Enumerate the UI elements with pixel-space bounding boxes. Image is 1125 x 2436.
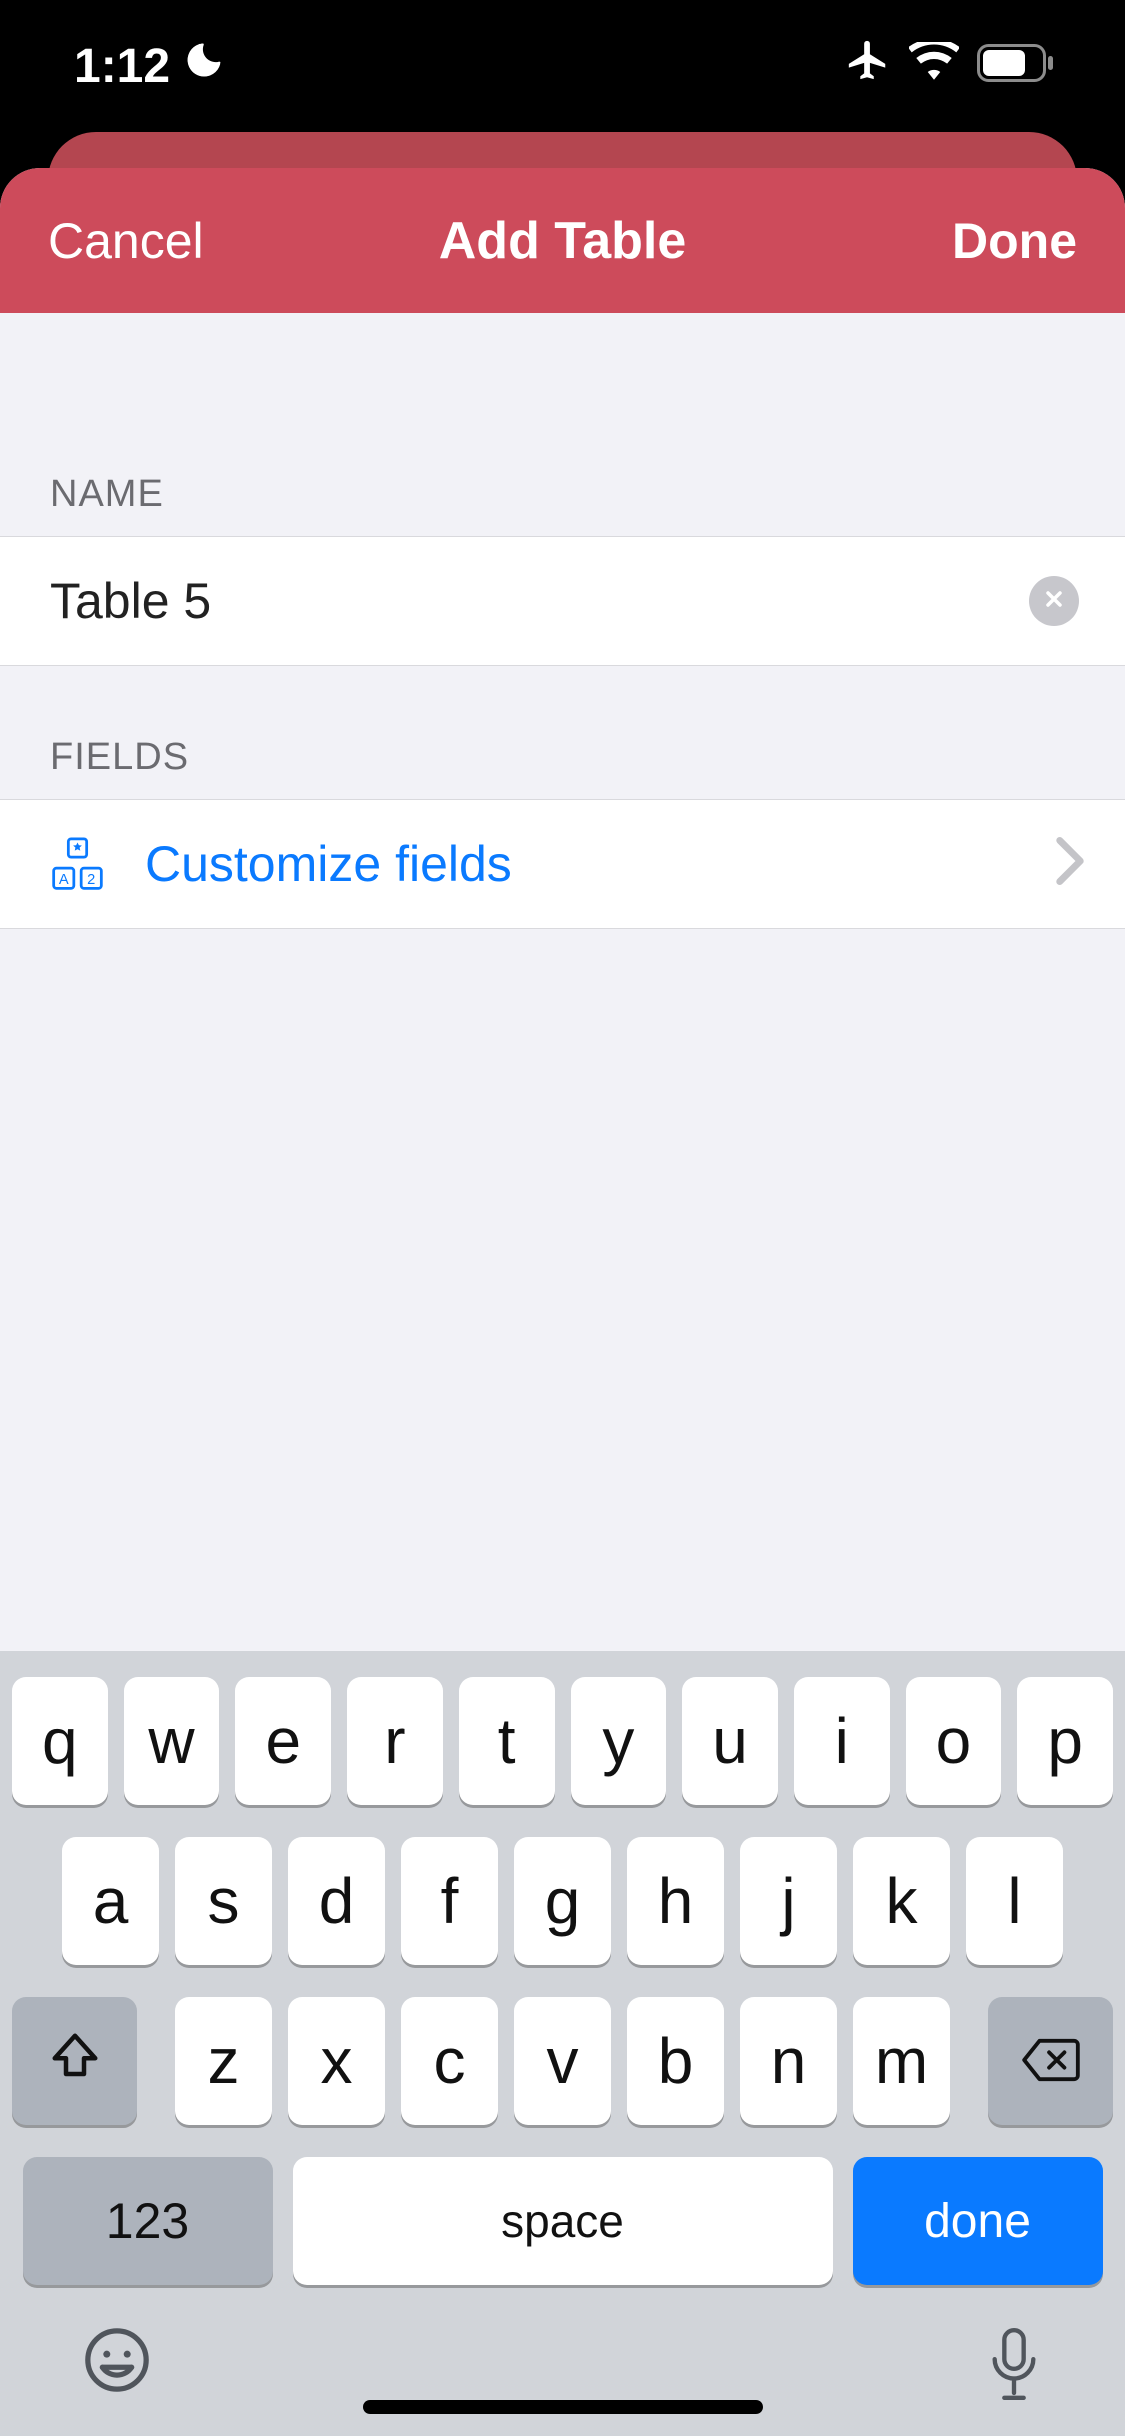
key-p[interactable]: p <box>1017 1677 1113 1805</box>
fields-icon: A 2 <box>50 837 105 892</box>
backspace-icon <box>1020 2024 1082 2098</box>
numbers-key[interactable]: 123 <box>23 2157 273 2285</box>
key-o[interactable]: o <box>906 1677 1002 1805</box>
key-g[interactable]: g <box>514 1837 611 1965</box>
backspace-key[interactable] <box>988 1997 1113 2125</box>
done-button[interactable]: Done <box>952 212 1077 270</box>
key-r[interactable]: r <box>347 1677 443 1805</box>
key-q[interactable]: q <box>12 1677 108 1805</box>
do-not-disturb-icon <box>182 38 226 94</box>
home-indicator[interactable] <box>363 2400 763 2414</box>
key-v[interactable]: v <box>514 1997 611 2125</box>
key-i[interactable]: i <box>794 1677 890 1805</box>
section-label-fields: FIELDS <box>0 736 1125 799</box>
svg-text:2: 2 <box>87 871 95 887</box>
key-z[interactable]: z <box>175 1997 272 2125</box>
key-l[interactable]: l <box>966 1837 1063 1965</box>
section-label-name: NAME <box>0 473 1125 536</box>
svg-text:A: A <box>59 871 69 887</box>
key-m[interactable]: m <box>853 1997 950 2125</box>
key-f[interactable]: f <box>401 1837 498 1965</box>
key-n[interactable]: n <box>740 1997 837 2125</box>
modal-title: Add Table <box>439 211 686 271</box>
table-name-input[interactable] <box>50 572 1005 630</box>
shift-key[interactable] <box>12 1997 137 2125</box>
key-w[interactable]: w <box>124 1677 220 1805</box>
emoji-icon[interactable] <box>82 2325 152 2408</box>
status-bar: 1:12 <box>0 0 1125 132</box>
key-c[interactable]: c <box>401 1997 498 2125</box>
keyboard-done-key[interactable]: done <box>853 2157 1103 2285</box>
airplane-mode-icon <box>845 37 891 95</box>
key-k[interactable]: k <box>853 1837 950 1965</box>
shift-icon <box>48 2024 102 2098</box>
key-a[interactable]: a <box>62 1837 159 1965</box>
keyboard-footer <box>12 2295 1113 2436</box>
battery-icon <box>977 39 1055 94</box>
key-h[interactable]: h <box>627 1837 724 1965</box>
keyboard-row-bottom: 123 space done <box>12 2157 1113 2285</box>
key-d[interactable]: d <box>288 1837 385 1965</box>
close-icon <box>1042 587 1066 616</box>
chevron-right-icon <box>1055 830 1085 899</box>
modal-sheet: Cancel Add Table Done NAME FIELDS A <box>0 168 1125 2436</box>
customize-fields-label: Customize fields <box>145 835 512 893</box>
clear-text-button[interactable] <box>1029 576 1079 626</box>
keyboard-row-1: qwertyuiop <box>12 1677 1113 1805</box>
key-e[interactable]: e <box>235 1677 331 1805</box>
key-x[interactable]: x <box>288 1997 385 2125</box>
key-u[interactable]: u <box>682 1677 778 1805</box>
modal-header: Cancel Add Table Done <box>0 168 1125 313</box>
key-j[interactable]: j <box>740 1837 837 1965</box>
key-s[interactable]: s <box>175 1837 272 1965</box>
dictation-icon[interactable] <box>985 2325 1043 2408</box>
keyboard-row-3: zxcvbnm <box>12 1997 1113 2125</box>
keyboard-row-2: asdfghjkl <box>12 1837 1113 1965</box>
status-time: 1:12 <box>74 39 170 94</box>
key-b[interactable]: b <box>627 1997 724 2125</box>
customize-fields-cell[interactable]: A 2 Customize fields <box>0 799 1125 929</box>
wifi-icon <box>909 39 959 94</box>
name-cell[interactable] <box>0 536 1125 666</box>
cancel-button[interactable]: Cancel <box>48 212 204 270</box>
keyboard: qwertyuiop asdfghjkl zxcvbnm 123 space d… <box>0 1651 1125 2436</box>
space-key[interactable]: space <box>293 2157 833 2285</box>
key-t[interactable]: t <box>459 1677 555 1805</box>
key-y[interactable]: y <box>571 1677 667 1805</box>
